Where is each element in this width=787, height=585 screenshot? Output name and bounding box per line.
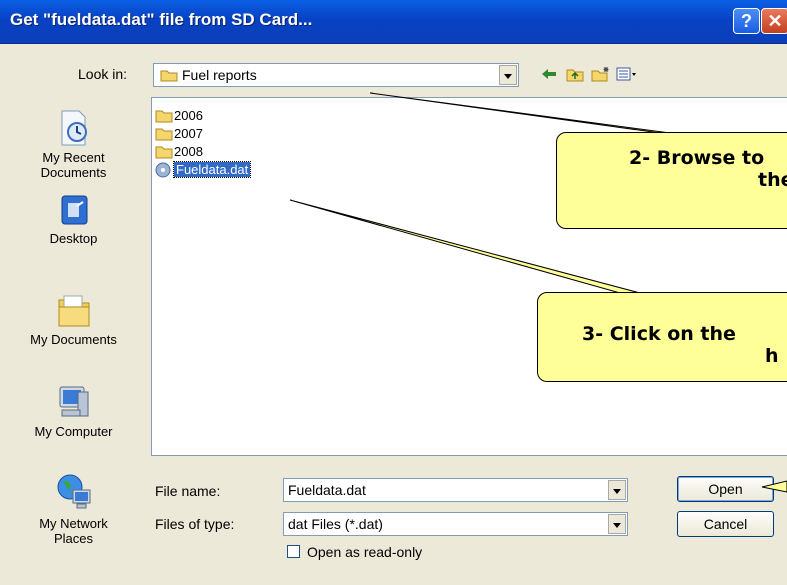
browse-callout: 2- Browse to the — [556, 132, 787, 229]
click-callout-line2: h — [765, 345, 779, 367]
click-callout-line1: 3- Click on the — [582, 323, 736, 345]
browse-callout-line2: the — [758, 169, 787, 191]
click-callout: 3- Click on the h — [537, 292, 787, 382]
browse-callout-line1: 2- Browse to — [629, 147, 765, 169]
open-file-dialog: Get "fueldata.dat" file from SD Card... … — [0, 0, 787, 585]
